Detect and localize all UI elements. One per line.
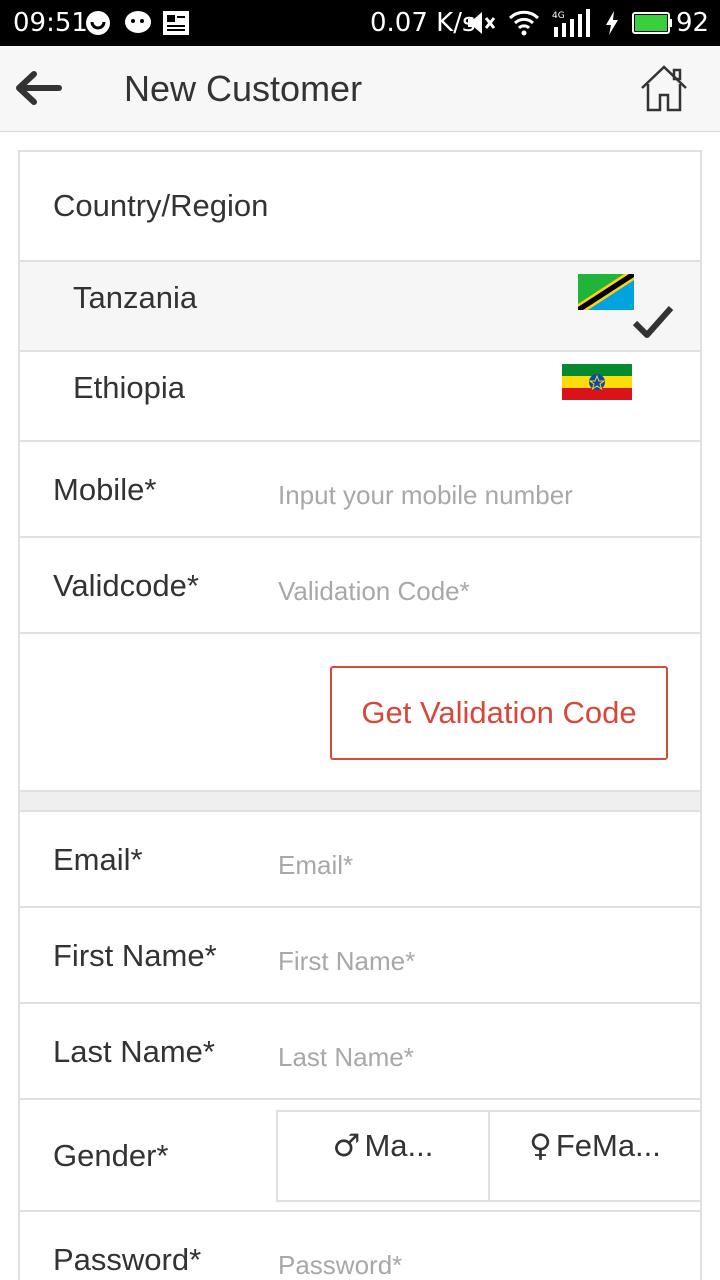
app-bar: New Customer xyxy=(0,46,720,132)
charging-icon xyxy=(606,11,618,35)
mobile-row: Mobile* Input your mobile number xyxy=(20,442,700,538)
notification-circle-icon xyxy=(86,11,110,35)
signal-label: 4G xyxy=(552,11,565,21)
battery-icon xyxy=(632,12,672,34)
home-icon[interactable] xyxy=(638,62,690,114)
gender-label: Gender* xyxy=(53,1138,169,1173)
validcode-row: Validcode* Validation Code* xyxy=(20,538,700,634)
mobile-label: Mobile* xyxy=(53,472,157,507)
country-region-label: Country/Region xyxy=(53,188,269,223)
page-title: New Customer xyxy=(124,68,363,109)
signal-icon: 4G xyxy=(552,9,590,37)
country-option-tanzania[interactable]: Tanzania xyxy=(20,262,700,352)
email-row: Email* Email* xyxy=(20,812,700,908)
chat-bubble-icon xyxy=(125,11,151,33)
gender-row: Gender* ♂ Ma... ♀ FeMa... xyxy=(20,1100,702,1212)
gender-option-female[interactable]: ♀ FeMa... xyxy=(488,1112,700,1200)
male-symbol-icon: ♂ xyxy=(332,1128,361,1164)
country-name: Tanzania xyxy=(73,280,198,315)
gender-option-label: Ma... xyxy=(364,1128,434,1163)
validcode-input[interactable]: Validation Code* xyxy=(278,576,470,607)
validation-button-row: Get Validation Code xyxy=(20,634,700,792)
password-row: Password* Password* xyxy=(20,1212,700,1280)
battery-percentage: 92 xyxy=(676,8,710,38)
country-option-ethiopia[interactable]: Ethiopia xyxy=(20,352,700,442)
last-name-row: Last Name* Last Name* xyxy=(20,1004,700,1100)
personal-info-card: Email* Email* First Name* First Name* La… xyxy=(18,810,702,1280)
section-divider xyxy=(18,792,702,810)
last-name-label: Last Name* xyxy=(53,1034,215,1069)
validcode-label: Validcode* xyxy=(53,568,199,603)
password-label: Password* xyxy=(53,1242,202,1277)
email-label: Email* xyxy=(53,842,143,877)
female-symbol-icon: ♀ xyxy=(529,1128,552,1164)
verification-card: Country/Region Tanzania Ethiopia Mobile*… xyxy=(18,150,702,792)
news-icon xyxy=(163,11,189,35)
clock: 09:51 xyxy=(13,8,88,38)
arrow-left-icon[interactable] xyxy=(14,70,62,106)
wifi-icon xyxy=(508,10,540,36)
network-speed: 0.07 K/s xyxy=(370,8,476,38)
tanzania-flag-icon xyxy=(578,274,634,310)
last-name-input[interactable]: Last Name* xyxy=(278,1042,414,1073)
password-input[interactable]: Password* xyxy=(278,1250,402,1280)
country-region-header: Country/Region xyxy=(20,152,700,262)
country-name: Ethiopia xyxy=(73,370,186,405)
gender-selector: ♂ Ma... ♀ FeMa... xyxy=(276,1110,702,1202)
mobile-input[interactable]: Input your mobile number xyxy=(278,480,573,511)
first-name-row: First Name* First Name* xyxy=(20,908,700,1004)
first-name-input[interactable]: First Name* xyxy=(278,946,415,977)
get-validation-code-button[interactable]: Get Validation Code xyxy=(330,666,668,760)
gender-option-male[interactable]: ♂ Ma... xyxy=(278,1112,488,1200)
email-input[interactable]: Email* xyxy=(278,850,353,881)
checkmark-icon xyxy=(632,306,674,338)
mute-icon xyxy=(468,12,496,34)
gender-option-label: FeMa... xyxy=(555,1128,661,1163)
first-name-label: First Name* xyxy=(53,938,217,973)
ethiopia-flag-icon xyxy=(562,364,632,400)
status-bar: 09:51 0.07 K/s 4G 92 xyxy=(0,0,720,46)
